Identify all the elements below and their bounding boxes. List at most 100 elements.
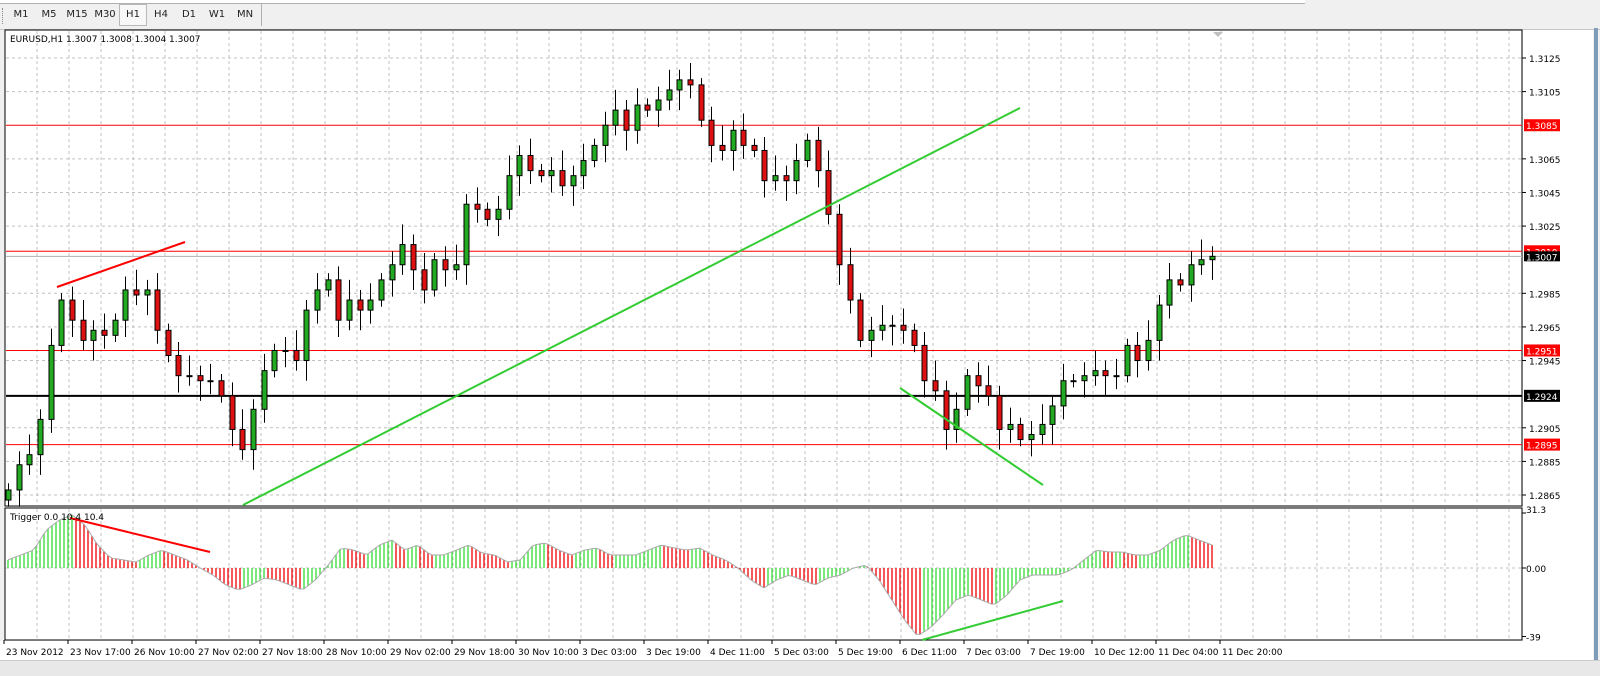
candle-body	[623, 109, 630, 131]
candle	[58, 293, 65, 353]
candle-body	[761, 149, 768, 182]
candle-body	[1209, 255, 1216, 261]
candle-body	[783, 175, 790, 182]
candle-body	[975, 375, 982, 387]
candle-body	[495, 208, 502, 220]
price-axis-label: 1.3065	[1529, 156, 1561, 166]
candle-body	[335, 279, 342, 321]
candle-body	[90, 329, 97, 341]
candle-body	[1124, 344, 1131, 377]
candle-body	[527, 154, 534, 172]
candle-body	[1081, 375, 1088, 382]
candle-body	[69, 299, 76, 321]
current-price-label: 1.3007	[1526, 253, 1558, 263]
candle-body	[453, 264, 460, 271]
candle-body	[751, 144, 758, 151]
candle	[431, 252, 438, 297]
candle-body	[58, 299, 65, 346]
candle-body	[154, 289, 161, 331]
oscillator-title-label: Trigger 0.0 10.4 10.4	[9, 513, 104, 523]
candle-body	[996, 395, 1003, 430]
candle-body	[591, 144, 598, 162]
candle-body	[921, 344, 928, 382]
candle-body	[889, 324, 896, 327]
time-axis-label: 3 Dec 19:00	[646, 648, 701, 658]
candle-body	[1092, 370, 1099, 377]
candle-body	[325, 279, 332, 291]
candle-body	[580, 160, 587, 177]
price-axis-label: 1.2905	[1529, 425, 1561, 435]
candle-body	[101, 329, 108, 336]
price-level-label: 1.2924	[1526, 393, 1558, 403]
price-level-label: 1.3085	[1526, 122, 1558, 132]
candle-body	[314, 289, 321, 311]
time-axis-label: 11 Dec 04:00	[1158, 648, 1219, 658]
candle-body	[772, 175, 779, 182]
price-axis-label: 1.2885	[1529, 458, 1561, 468]
candle-body	[250, 408, 257, 451]
chart-window[interactable]: 1.3125 1.3105 1.3065 1.3045 1.3025 1.2985 1.29…	[0, 0, 1600, 675]
candle-body	[346, 299, 353, 321]
candle-body	[186, 375, 193, 378]
candle-body	[1060, 380, 1067, 407]
time-axis-label: 28 Nov 10:00	[326, 648, 387, 658]
window-right-border	[1594, 28, 1598, 660]
candle-body	[1017, 423, 1024, 441]
candle-body	[612, 109, 619, 126]
candle-body	[1134, 344, 1141, 362]
candle-body	[857, 299, 864, 341]
time-axis-label: 27 Nov 02:00	[198, 648, 259, 658]
candle-body	[1145, 339, 1152, 362]
candle-body	[389, 264, 396, 281]
time-axis-label: 5 Dec 03:00	[774, 648, 829, 658]
time-axis-label: 29 Nov 02:00	[390, 648, 451, 658]
candle-body	[964, 375, 971, 410]
price-axis-label: 1.3105	[1529, 89, 1561, 99]
candle-body	[1070, 380, 1077, 383]
osc-axis-label: 0.00	[1526, 565, 1546, 575]
candle-body	[1113, 375, 1120, 378]
candle-body	[37, 418, 44, 456]
time-axis-label: 23 Nov 17:00	[70, 648, 131, 658]
candle-body	[144, 289, 151, 296]
candle	[1124, 338, 1131, 383]
status-strip	[0, 660, 1600, 676]
candle-body	[1166, 279, 1173, 306]
candle-body	[484, 208, 491, 220]
candle-body	[16, 464, 23, 491]
price-axis-label: 1.2945	[1529, 358, 1561, 368]
candle-body	[175, 355, 182, 377]
candle-body	[421, 269, 428, 291]
candle	[698, 78, 705, 127]
candle-body	[229, 395, 236, 430]
candle-body	[1039, 423, 1046, 435]
candle-body	[112, 319, 119, 336]
candle-body	[506, 175, 513, 210]
candle-body	[239, 428, 246, 451]
candle-body	[516, 154, 523, 177]
candle-body	[1156, 304, 1163, 341]
candle	[857, 293, 864, 348]
candle-body	[815, 139, 822, 172]
candle-body	[634, 104, 641, 131]
candle-body	[442, 259, 449, 271]
candle-body	[793, 160, 800, 182]
candle-body	[378, 279, 385, 301]
candle-body	[474, 203, 481, 210]
candle-body	[282, 349, 289, 352]
candle-body	[943, 390, 950, 430]
time-axis-label: 7 Dec 03:00	[966, 648, 1021, 658]
candle-body	[538, 170, 545, 177]
candle-body	[207, 380, 214, 383]
candle-body	[122, 289, 129, 321]
candle-body	[5, 489, 12, 501]
candle-body	[1007, 423, 1014, 430]
candle-body	[26, 454, 33, 466]
candle-body	[271, 349, 278, 372]
candle-body	[676, 79, 683, 91]
time-axis-label: 29 Nov 18:00	[454, 648, 515, 658]
candle-body	[602, 124, 609, 146]
candle-body	[570, 175, 577, 187]
time-axis-label: 4 Dec 11:00	[710, 648, 765, 658]
time-axis-label: 7 Dec 19:00	[1030, 648, 1085, 658]
